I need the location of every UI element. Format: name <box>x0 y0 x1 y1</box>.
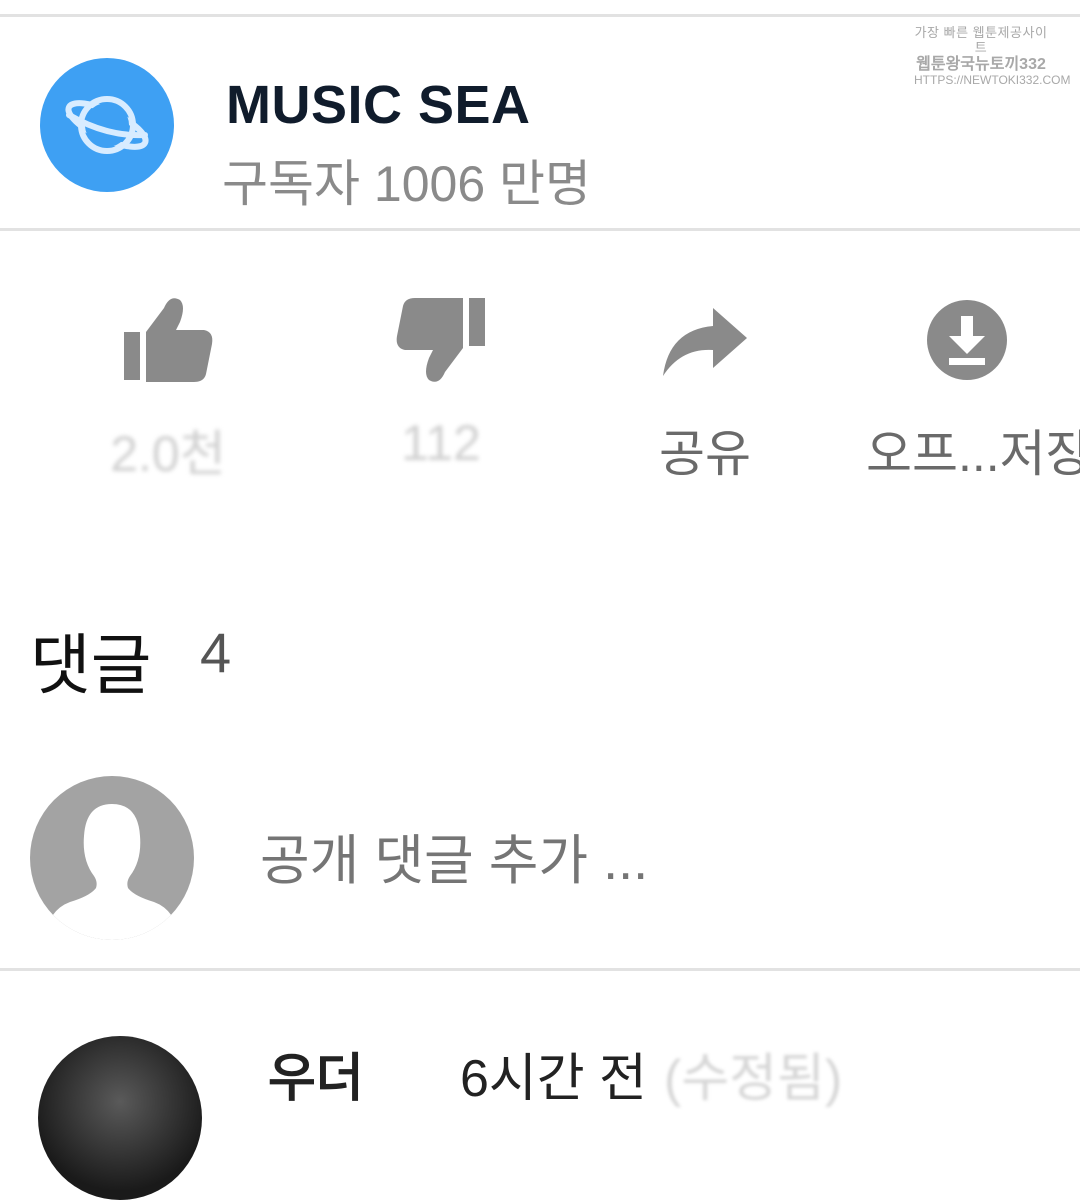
save-offline-label: 오프...저장 <box>866 426 1080 482</box>
add-comment-input[interactable] <box>260 826 860 896</box>
header-divider <box>0 228 1080 231</box>
save-offline-button[interactable]: 오프...저장 <box>862 290 1080 486</box>
commenter-avatar[interactable] <box>38 1036 202 1200</box>
download-icon <box>927 300 1007 380</box>
subscriber-count: 구독자 1006 만명 <box>222 156 592 212</box>
planet-icon <box>65 96 149 154</box>
share-label: 공유 <box>659 426 751 482</box>
comment-edited-tag: (수정됨) <box>664 1050 843 1108</box>
thumbs-up-icon <box>124 298 213 382</box>
dislike-button[interactable]: 112 <box>351 290 531 472</box>
dislike-count: 112 <box>401 415 481 471</box>
like-count: 2.0천 <box>110 426 226 482</box>
default-user-icon <box>44 804 180 940</box>
comment-time: 6시간 전 <box>460 1050 647 1108</box>
watermark: 가장 빠른 웹툰제공사이트 웹툰왕국뉴토끼332 HTTPS://NEWTOKI… <box>914 25 1071 88</box>
top-divider <box>0 14 1080 17</box>
channel-name[interactable]: MUSIC SEA <box>226 74 531 136</box>
user-avatar <box>30 776 194 940</box>
watermark-line-1: 가장 빠른 웹툰제공사이트 <box>914 25 1048 55</box>
watermark-line-2: 웹툰왕국뉴토끼332 <box>916 55 1046 73</box>
commenter-name[interactable]: 우더 <box>268 1036 364 1111</box>
comments-title: 댓글 <box>30 628 152 702</box>
share-arrow-icon <box>663 308 747 376</box>
comments-divider <box>0 968 1080 971</box>
thumbs-down-icon <box>396 298 485 382</box>
channel-avatar[interactable] <box>40 58 174 192</box>
share-button[interactable]: 공유 <box>615 290 795 486</box>
like-button[interactable]: 2.0천 <box>78 290 258 486</box>
comments-count: 4 <box>200 621 232 684</box>
watermark-line-3: HTTPS://NEWTOKI332.COM <box>914 73 1071 88</box>
